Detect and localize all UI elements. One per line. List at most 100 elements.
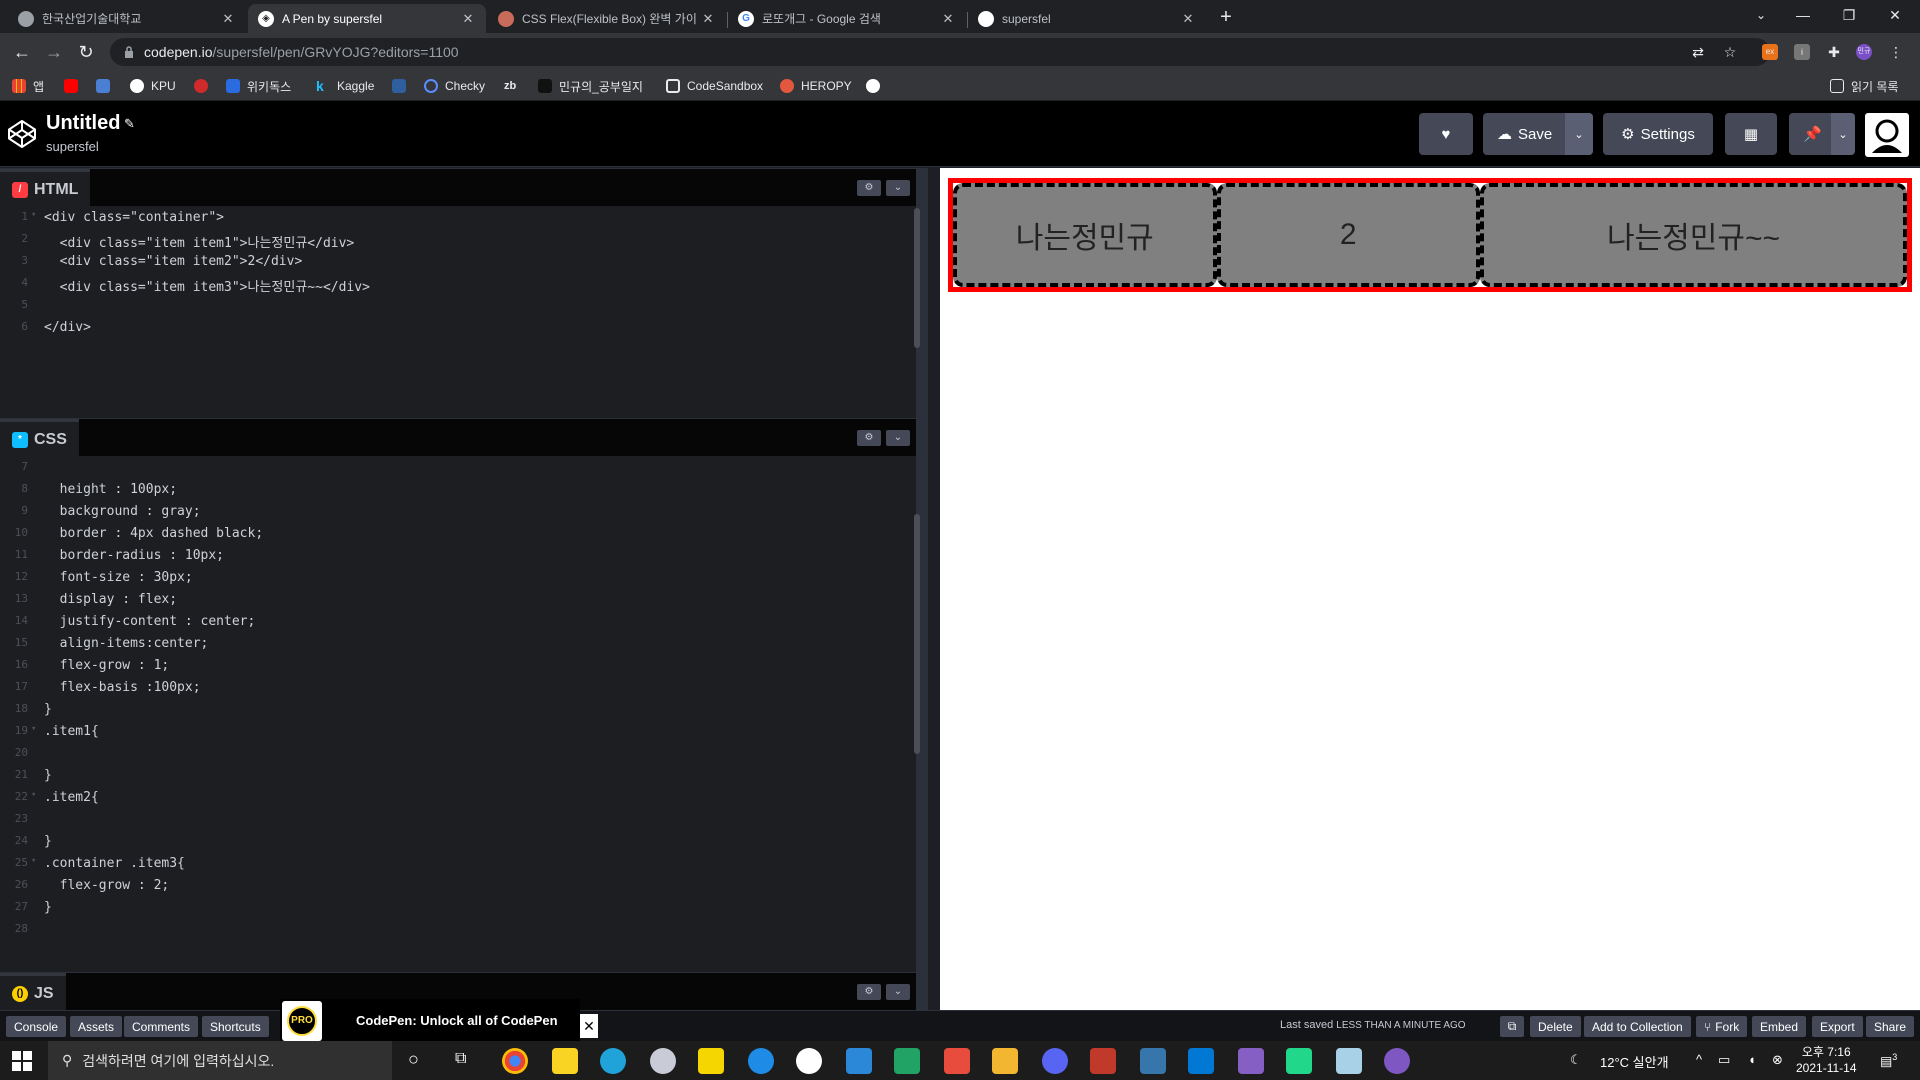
visual-studio-taskbar-icon[interactable] bbox=[1238, 1048, 1264, 1074]
profile-avatar[interactable]: 민규 bbox=[1856, 44, 1872, 60]
code-line[interactable]: 15 align-items:center; bbox=[0, 636, 900, 654]
shortcuts-button[interactable]: Shortcuts bbox=[202, 1016, 269, 1037]
code-line[interactable]: 16 flex-grow : 1; bbox=[0, 658, 900, 676]
extension-icon[interactable]: i bbox=[1794, 44, 1810, 60]
clock[interactable]: 오후 7:16 2021-11-14 bbox=[1796, 1044, 1857, 1076]
more-menu-icon[interactable]: ⋮ bbox=[1888, 44, 1904, 60]
gear-icon[interactable]: ⚙ bbox=[857, 984, 881, 1000]
user-avatar[interactable] bbox=[1865, 113, 1909, 157]
code-line[interactable]: 9 background : gray; bbox=[0, 504, 900, 522]
save-button[interactable]: ☁ Save ⌄ bbox=[1483, 113, 1593, 155]
network-icon[interactable]: ▭ bbox=[1718, 1052, 1730, 1068]
discord-taskbar-icon[interactable] bbox=[1042, 1048, 1068, 1074]
cortana-icon[interactable]: ○ bbox=[408, 1049, 419, 1070]
code-line[interactable]: 18} bbox=[0, 702, 900, 720]
app-taskbar-icon[interactable] bbox=[1336, 1048, 1362, 1074]
github-desktop-taskbar-icon[interactable] bbox=[1384, 1048, 1410, 1074]
css-code-area[interactable]: 7 8 height : 100px; 9 background : gray; 10… bbox=[0, 460, 916, 960]
code-line[interactable]: 20 bbox=[0, 746, 900, 764]
code-line[interactable]: 4 <div class="item item3">나는정민규~~</div> bbox=[0, 276, 900, 295]
share-button[interactable]: Share bbox=[1866, 1016, 1915, 1037]
fork-button[interactable]: ⑂ Fork bbox=[1696, 1016, 1748, 1037]
browser-tab-codepen[interactable]: ◈ A Pen by supersfel ✕ bbox=[248, 4, 486, 33]
bookmark-youtube[interactable] bbox=[64, 77, 85, 95]
html-scrollbar[interactable] bbox=[914, 208, 920, 348]
code-line[interactable]: 22 ▾ .item2{ bbox=[0, 790, 900, 808]
bookmark-kaggle[interactable]: k Kaggle bbox=[316, 77, 374, 95]
pycharm-taskbar-icon[interactable] bbox=[1286, 1048, 1312, 1074]
app-taskbar-icon[interactable] bbox=[944, 1048, 970, 1074]
browser-tab-css-flex[interactable]: CSS Flex(Flexible Box) 완벽 가이 ✕ bbox=[488, 4, 726, 33]
app-taskbar-icon[interactable] bbox=[894, 1048, 920, 1074]
address-bar[interactable]: codepen.io/supersfel/pen/GRvYOJG?editors… bbox=[110, 38, 1770, 66]
taskbar-search-box[interactable]: ⚲ 검색하려면 여기에 입력하십시오. bbox=[48, 1041, 392, 1080]
assets-button[interactable]: Assets bbox=[70, 1016, 123, 1037]
tab-search-icon[interactable]: ⌄ bbox=[1738, 0, 1784, 30]
file-explorer-taskbar-icon[interactable] bbox=[992, 1048, 1018, 1074]
bookmark-red[interactable] bbox=[194, 77, 215, 95]
app-taskbar-icon[interactable] bbox=[796, 1048, 822, 1074]
fold-arrow-icon[interactable]: ▾ bbox=[31, 790, 36, 800]
code-line[interactable]: 23 bbox=[0, 812, 900, 830]
code-line[interactable]: 10 border : 4px dashed black; bbox=[0, 526, 900, 544]
close-icon[interactable]: ✕ bbox=[700, 11, 716, 27]
bookmark-checky[interactable]: Checky bbox=[424, 77, 485, 95]
weather-text[interactable]: 12°C 실안개 bbox=[1600, 1052, 1669, 1071]
bookmark-heropy[interactable]: HEROPY bbox=[780, 77, 852, 95]
minimize-button[interactable]: — bbox=[1780, 0, 1826, 30]
reading-list-button[interactable]: 읽기 목록 bbox=[1830, 77, 1899, 95]
vscode-taskbar-icon[interactable] bbox=[1188, 1048, 1214, 1074]
open-external-icon[interactable]: ⧉ bbox=[1500, 1016, 1524, 1037]
css-scrollbar[interactable] bbox=[914, 514, 920, 754]
code-line[interactable]: 12 font-size : 30px; bbox=[0, 570, 900, 588]
bookmark-github[interactable] bbox=[866, 77, 887, 95]
fold-arrow-icon[interactable]: ▾ bbox=[31, 856, 36, 866]
python-taskbar-icon[interactable] bbox=[1140, 1048, 1166, 1074]
console-button[interactable]: Console bbox=[6, 1016, 67, 1037]
cvavr-taskbar-icon[interactable] bbox=[1090, 1048, 1116, 1074]
mute-icon[interactable]: ⊗ bbox=[1772, 1052, 1783, 1068]
sticky-notes-taskbar-icon[interactable] bbox=[552, 1048, 578, 1074]
code-line[interactable]: 19 ▾ .item1{ bbox=[0, 724, 900, 742]
kakaotalk-taskbar-icon[interactable] bbox=[698, 1048, 724, 1074]
code-line[interactable]: 11 border-radius : 10px; bbox=[0, 548, 900, 566]
embed-button[interactable]: Embed bbox=[1752, 1016, 1807, 1037]
star-icon[interactable]: ☆ bbox=[1722, 44, 1738, 60]
delete-button[interactable]: Delete bbox=[1530, 1016, 1581, 1037]
browser-tab-github[interactable]: supersfel ✕ bbox=[968, 4, 1206, 33]
codepen-logo-icon[interactable] bbox=[6, 118, 38, 150]
code-line[interactable]: 2 <div class="item item1">나는정민규</div> bbox=[0, 232, 900, 251]
reload-button[interactable]: ↻ bbox=[74, 40, 98, 64]
chevron-down-icon[interactable]: ⌄ bbox=[1565, 113, 1593, 155]
new-tab-button[interactable]: + bbox=[1214, 6, 1238, 30]
chevron-down-icon[interactable]: ⌄ bbox=[886, 430, 910, 446]
code-line[interactable]: 27} bbox=[0, 900, 900, 918]
notification-center-icon[interactable]: ▤3 bbox=[1880, 1052, 1897, 1069]
code-line[interactable]: 17 flex-basis :100px; bbox=[0, 680, 900, 698]
teamviewer-taskbar-icon[interactable] bbox=[748, 1048, 774, 1074]
comments-button[interactable]: Comments bbox=[124, 1016, 199, 1037]
code-line[interactable]: 3 <div class="item item2">2</div> bbox=[0, 254, 900, 272]
bookmark-calendar[interactable] bbox=[96, 77, 117, 95]
bookmark-apps[interactable]: 앱 bbox=[12, 77, 44, 95]
tab-js[interactable]: () JS bbox=[0, 973, 66, 1011]
code-line[interactable]: 7 bbox=[0, 460, 900, 478]
weather-icon[interactable]: ☾ bbox=[1570, 1052, 1582, 1068]
browser-tab-google[interactable]: G 로또개그 - Google 검색 ✕ bbox=[728, 4, 966, 33]
code-line[interactable]: 21} bbox=[0, 768, 900, 786]
edge-taskbar-icon[interactable] bbox=[600, 1048, 626, 1074]
love-button[interactable]: ♥ bbox=[1419, 113, 1473, 155]
code-line[interactable]: 24} bbox=[0, 834, 900, 852]
puzzle-icon[interactable]: ✚ bbox=[1826, 44, 1842, 60]
code-line[interactable]: 14 justify-content : center; bbox=[0, 614, 900, 632]
bookmark-zb[interactable]: zb bbox=[504, 77, 516, 95]
pro-promo-banner[interactable]: PRO CodePen: Unlock all of CodePen ✕ bbox=[280, 999, 598, 1042]
pencil-icon[interactable]: ✎ bbox=[124, 116, 135, 132]
fold-arrow-icon[interactable]: ▾ bbox=[31, 210, 36, 220]
task-view-icon[interactable]: ⧉ bbox=[455, 1050, 466, 1068]
bookmark-codesandbox[interactable]: CodeSandbox bbox=[666, 77, 763, 95]
browser-tab-kpu[interactable]: 한국산업기술대학교 ✕ bbox=[8, 4, 246, 33]
app-taskbar-icon[interactable] bbox=[650, 1048, 676, 1074]
volume-icon[interactable]: ◖ bbox=[1748, 1052, 1756, 1067]
restore-button[interactable]: ❐ bbox=[1826, 0, 1872, 30]
